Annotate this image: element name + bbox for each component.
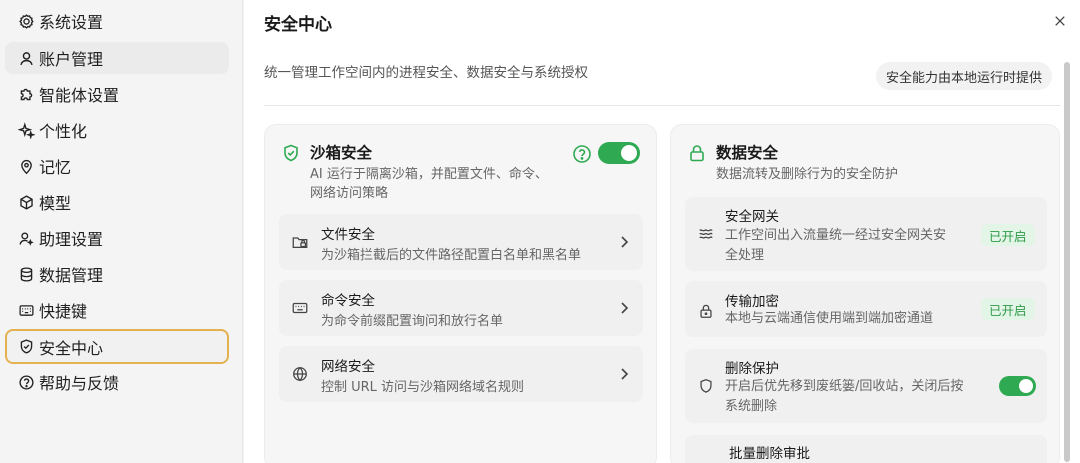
sidebar-item-security-center[interactable]: 安全中心	[5, 329, 229, 364]
status-badge: 已开启	[981, 298, 1035, 320]
row-title: 命令安全	[321, 293, 375, 309]
waves-icon	[699, 229, 713, 239]
row-command-security[interactable]: 命令安全 为命令前缀配置询问和放行名单	[279, 280, 643, 336]
page-title: 安全中心	[264, 15, 332, 35]
shield-icon	[700, 379, 712, 393]
close-icon	[1055, 16, 1065, 26]
row-desc-line2: 系统删除	[725, 399, 778, 414]
row-network-security[interactable]: 网络安全 控制 URL 访问与沙箱网络域名规则	[279, 346, 643, 402]
shield-check-icon	[284, 144, 298, 162]
sidebar-item-personalization[interactable]: 个性化	[5, 114, 229, 146]
sandbox-security-card: 沙箱安全 AI 运行于隔离沙箱，并配置文件、命令、 网络访问策略 文件安全 为沙…	[264, 124, 657, 463]
sidebar: 系统设置 账户管理 智能体设置 个性化 记忆 模型 助理设置 数据管理 快捷键 …	[0, 0, 243, 463]
chevron-right-icon	[621, 368, 629, 380]
sidebar-item-system-settings[interactable]: 系统设置	[5, 5, 229, 37]
user-icon	[17, 49, 35, 67]
toggle-knob	[621, 145, 637, 161]
assistant-icon	[17, 229, 35, 247]
lock-icon	[700, 304, 712, 318]
sandbox-toggle[interactable]	[598, 142, 640, 164]
main-panel: 安全中心 统一管理工作空间内的进程安全、数据安全与系统授权 安全能力由本地运行时…	[244, 0, 1080, 463]
keyboard-icon	[17, 301, 35, 319]
scrollbar[interactable]	[1064, 62, 1070, 462]
location-pin-icon	[17, 157, 35, 175]
sidebar-item-label: 助理设置	[39, 230, 104, 249]
help-icon[interactable]	[572, 144, 592, 164]
row-desc-line2: 全处理	[725, 248, 765, 263]
sidebar-item-data-management[interactable]: 数据管理	[5, 258, 229, 290]
sidebar-item-memory[interactable]: 记忆	[5, 150, 229, 182]
row-title: 删除保护	[725, 361, 779, 377]
delete-protection-toggle[interactable]	[999, 376, 1036, 396]
sidebar-item-label: 智能体设置	[39, 86, 120, 105]
sidebar-item-label: 账户管理	[39, 50, 104, 69]
sidebar-item-agent-settings[interactable]: 智能体设置	[5, 78, 229, 110]
row-title: 传输加密	[725, 294, 779, 310]
row-title: 批量删除审批	[729, 446, 810, 462]
question-icon	[17, 373, 35, 391]
runtime-badge: 安全能力由本地运行时提供	[876, 62, 1053, 90]
sidebar-item-label: 个性化	[39, 122, 88, 141]
row-desc-line1: 开启后优先移到废纸篓/回收站，关闭后按	[725, 379, 964, 394]
sparkle-icon	[17, 121, 35, 139]
row-desc: 控制 URL 访问与沙箱网络域名规则	[321, 380, 525, 395]
keyboard-icon	[292, 302, 308, 314]
chevron-right-icon	[621, 236, 629, 248]
sidebar-item-shortcuts[interactable]: 快捷键	[5, 294, 229, 326]
chevron-right-icon	[621, 302, 629, 314]
card-title: 数据安全	[716, 144, 779, 162]
sidebar-item-label: 模型	[39, 194, 72, 213]
row-desc: 为沙箱拦截后的文件路径配置白名单和黑名单	[321, 248, 582, 263]
row-title: 安全网关	[725, 209, 779, 225]
row-desc: 为命令前缀配置询问和放行名单	[321, 314, 504, 329]
sidebar-item-label: 安全中心	[39, 338, 104, 358]
sidebar-item-help-feedback[interactable]: 帮助与反馈	[5, 366, 229, 398]
card-title: 沙箱安全	[310, 144, 373, 162]
database-icon	[17, 265, 35, 283]
gear-icon	[17, 12, 35, 30]
sidebar-item-account[interactable]: 账户管理	[5, 42, 229, 74]
divider	[264, 105, 1060, 106]
row-file-security[interactable]: 文件安全 为沙箱拦截后的文件路径配置白名单和黑名单	[279, 214, 643, 270]
sidebar-item-label: 系统设置	[39, 13, 104, 32]
shield-icon	[17, 338, 35, 356]
toggle-knob	[1019, 379, 1033, 393]
row-desc-line1: 工作空间出入流量统一经过安全网关安	[725, 228, 947, 243]
sidebar-item-label: 帮助与反馈	[39, 374, 120, 393]
sidebar-item-model[interactable]: 模型	[5, 186, 229, 218]
sidebar-item-label: 快捷键	[39, 302, 88, 321]
card-desc-line2: 网络访问策略	[310, 186, 389, 201]
puzzle-icon	[17, 85, 35, 103]
sidebar-item-label: 数据管理	[39, 266, 104, 285]
data-security-card: 数据安全 数据流转及删除行为的安全防护 安全网关 工作空间出入流量统一经过安全网…	[670, 124, 1060, 463]
folder-lock-icon	[292, 237, 308, 249]
card-desc: 数据流转及删除行为的安全防护	[716, 167, 899, 182]
cube-icon	[17, 193, 35, 211]
row-security-gateway: 安全网关 工作空间出入流量统一经过安全网关安 全处理 已开启	[685, 197, 1047, 271]
close-button[interactable]	[1051, 12, 1069, 30]
globe-icon	[293, 366, 307, 382]
row-delete-protection: 删除保护 开启后优先移到废纸篓/回收站，关闭后按 系统删除	[685, 349, 1047, 423]
row-title: 文件安全	[321, 227, 375, 243]
status-badge: 已开启	[981, 224, 1035, 246]
page-subtitle: 统一管理工作空间内的进程安全、数据安全与系统授权	[264, 65, 588, 81]
row-title: 网络安全	[321, 359, 375, 375]
sidebar-item-label: 记忆	[39, 158, 72, 177]
card-desc-line1: AI 运行于隔离沙箱，并配置文件、命令、	[310, 167, 548, 182]
lock-icon	[690, 145, 704, 162]
row-transport-encryption: 传输加密 本地与云端通信使用端到端加密通道 已开启	[685, 281, 1047, 337]
sidebar-item-assistant-settings[interactable]: 助理设置	[5, 222, 229, 254]
row-desc: 本地与云端通信使用端到端加密通道	[725, 311, 934, 326]
row-batch-delete-approval: 批量删除审批	[685, 435, 1047, 463]
